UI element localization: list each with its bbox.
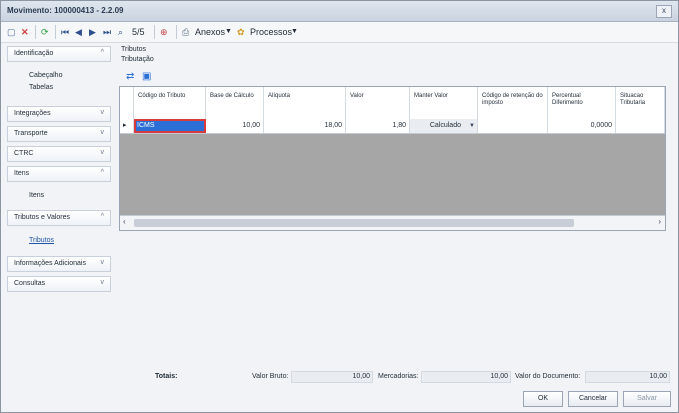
valor-cell[interactable]: 1,80 — [346, 119, 410, 133]
sidebar-section-label: Itens — [14, 170, 30, 177]
subgroup-title: Tributação — [121, 56, 154, 63]
column-header[interactable]: Valor — [346, 87, 410, 119]
chevron-down-icon: v — [100, 149, 105, 156]
scroll-right-icon[interactable]: › — [658, 217, 661, 226]
movimento-window: Movimento: 100000413 - 2.2.09 x ▢ ✕ ⟳ ⏮ … — [0, 0, 679, 413]
sidebar-section-label: Consultas — [14, 280, 46, 287]
column-header[interactable]: Código de retenção do imposto — [478, 87, 548, 119]
sidebar-section-informacoes-adicionais[interactable]: Informações Adicionais v — [7, 256, 111, 272]
sidebar-section-ctrc[interactable]: CTRC v — [7, 146, 111, 162]
grid-header: Código do Tributo Base de Cálculo Alíquo… — [120, 87, 665, 120]
refresh-values-icon[interactable]: ⇄ — [126, 71, 134, 82]
sidebar-section-label: Informações Adicionais — [14, 260, 86, 267]
mercadorias-field: 10,00 — [421, 371, 511, 383]
group-title: Tributos — [121, 46, 147, 53]
window-title: Movimento: 100000413 - 2.2.09 — [7, 6, 124, 15]
salvar-button[interactable]: Salvar — [623, 391, 671, 407]
tributacao-grid: Código do Tributo Base de Cálculo Alíquo… — [119, 86, 666, 231]
sidebar-section-consultas[interactable]: Consultas v — [7, 276, 111, 292]
sidebar-section-integracoes[interactable]: Integrações v — [7, 106, 111, 122]
processos-menu[interactable]: Processos — [250, 25, 292, 39]
sidebar-item-itens[interactable]: Itens — [29, 192, 44, 199]
first-record-icon[interactable]: ⏮ — [61, 25, 69, 39]
separator — [55, 25, 56, 39]
save-icon[interactable]: ▣ — [142, 71, 151, 82]
separator — [154, 25, 155, 39]
sidebar-section-itens[interactable]: Itens ^ — [7, 166, 111, 182]
table-row[interactable]: ▸ ICMS 10,00 18,00 1,80 Calculado ▼ 0,00… — [120, 119, 665, 134]
column-header[interactable]: Base de Cálculo — [206, 87, 264, 119]
valor-documento-value: 10,00 — [649, 373, 667, 380]
record-position: 5/5 — [132, 27, 145, 37]
delete-icon[interactable]: ✕ — [21, 25, 29, 39]
close-button[interactable]: x — [656, 5, 672, 18]
toolbar: ▢ ✕ ⟳ ⏮ ◀ ▶ ⏭ ⌕ 5/5 ⊕ ⎙ Anexos ▼ ✿ Proce… — [1, 22, 678, 43]
column-header[interactable]: Código do Tributo — [134, 87, 206, 119]
horizontal-scrollbar[interactable]: ‹ › — [120, 215, 665, 230]
sidebar-section-identificacao[interactable]: Identificação ^ — [7, 46, 111, 62]
new-icon[interactable]: ▢ — [7, 25, 16, 39]
valor-bruto-value: 10,00 — [352, 373, 370, 380]
sidebar-section-label: Tributos e Valores — [14, 214, 71, 221]
valor-bruto-label: Valor Bruto: — [252, 373, 289, 380]
cancelar-button[interactable]: Cancelar — [568, 391, 618, 407]
anexos-menu[interactable]: Anexos — [195, 25, 225, 39]
aliquota-cell[interactable]: 18,00 — [264, 119, 346, 133]
percentual-diferimento-cell[interactable]: 0,0000 — [548, 119, 616, 133]
binoculars-icon[interactable]: ⌕ — [118, 25, 123, 39]
codigo-tributo-cell[interactable]: ICMS — [134, 119, 206, 133]
chevron-up-icon: ^ — [100, 49, 104, 56]
row-selector-header — [120, 87, 134, 119]
valor-bruto-field: 10,00 — [291, 371, 373, 383]
scroll-thumb[interactable] — [134, 219, 574, 227]
chevron-down-icon: v — [100, 259, 105, 266]
column-header[interactable]: Percentual Diferimento — [548, 87, 616, 119]
row-pointer-icon: ▸ — [120, 119, 134, 133]
valor-documento-field: 10,00 — [585, 371, 670, 383]
next-record-icon[interactable]: ▶ — [89, 25, 96, 39]
separator — [35, 25, 36, 39]
chevron-up-icon: ^ — [100, 213, 104, 220]
chevron-down-icon[interactable]: ▼ — [469, 119, 475, 133]
column-header[interactable]: Alíquota — [264, 87, 346, 119]
processos-icon[interactable]: ✿ — [237, 25, 245, 39]
sidebar-section-label: Identificação — [14, 50, 54, 57]
attachment-icon[interactable]: ⎙ — [182, 25, 189, 39]
separator — [176, 25, 177, 39]
mercadorias-label: Mercadorias: — [378, 373, 419, 380]
refresh-icon[interactable]: ⟳ — [41, 25, 49, 39]
titlebar: Movimento: 100000413 - 2.2.09 x — [1, 1, 678, 22]
sidebar-section-label: Transporte — [14, 130, 48, 137]
totais-label: Totais: — [155, 373, 178, 380]
valor-documento-label: Valor do Documento: — [515, 373, 581, 380]
base-calculo-cell[interactable]: 10,00 — [206, 119, 264, 133]
situacao-tributaria-cell[interactable] — [616, 119, 665, 133]
chevron-down-icon[interactable]: ▼ — [291, 25, 298, 39]
ok-button[interactable]: OK — [523, 391, 563, 407]
sidebar-item-tributos[interactable]: Tributos — [29, 237, 54, 244]
chevron-down-icon[interactable]: ▼ — [225, 25, 232, 39]
mercadorias-value: 10,00 — [490, 373, 508, 380]
sidebar-section-transporte[interactable]: Transporte v — [7, 126, 111, 142]
chevron-down-icon: v — [100, 109, 105, 116]
manter-valor-select[interactable]: Calculado ▼ — [410, 119, 478, 133]
chevron-up-icon: ^ — [100, 169, 104, 176]
column-header[interactable]: Situacao Tributaria — [616, 87, 665, 119]
sidebar-section-label: CTRC — [14, 150, 34, 157]
sidebar-item-tabelas[interactable]: Tabelas — [29, 84, 53, 91]
column-header[interactable]: Manter Valor — [410, 87, 478, 119]
scroll-left-icon[interactable]: ‹ — [123, 217, 126, 226]
zoom-icon[interactable]: ⊕ — [160, 25, 168, 39]
sidebar-item-cabecalho[interactable]: Cabeçalho — [29, 72, 62, 79]
chevron-down-icon: v — [100, 129, 105, 136]
last-record-icon[interactable]: ⏭ — [103, 25, 111, 39]
previous-record-icon[interactable]: ◀ — [75, 25, 82, 39]
sidebar-section-label: Integrações — [14, 110, 51, 117]
chevron-down-icon: v — [100, 279, 105, 286]
codigo-retencao-cell[interactable] — [478, 119, 548, 133]
sidebar-section-tributos-valores[interactable]: Tributos e Valores ^ — [7, 210, 111, 226]
manter-valor-value: Calculado — [429, 122, 461, 129]
